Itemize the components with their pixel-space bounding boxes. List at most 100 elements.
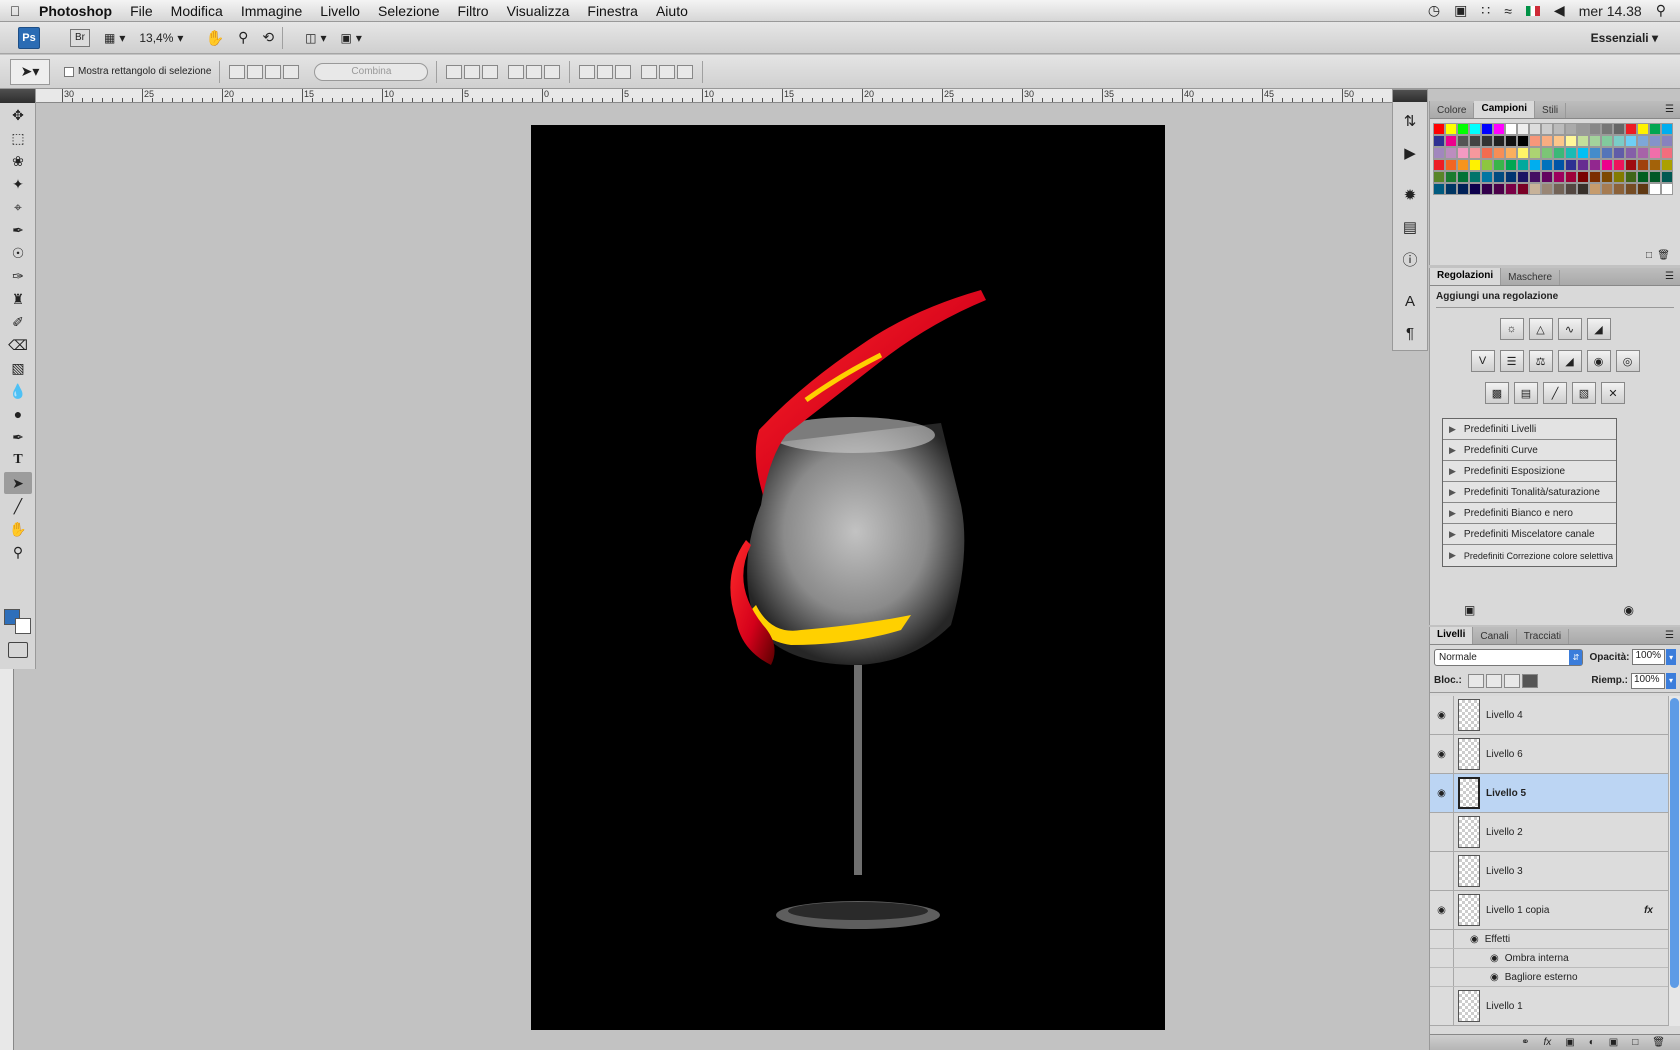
color-swatch[interactable] [1601,171,1613,183]
color-swatch[interactable] [1625,159,1637,171]
dodge-tool-icon[interactable]: ● [4,403,32,425]
opacity-slider-arrow-icon[interactable]: ▾ [1666,649,1676,665]
layer-row[interactable]: Livello 3 [1430,852,1669,891]
color-swatch[interactable] [1553,147,1565,159]
color-swatch[interactable] [1577,159,1589,171]
menu-modifica[interactable]: Modifica [162,3,232,19]
color-swatch[interactable] [1481,135,1493,147]
color-balance-icon[interactable]: ⚖ [1528,350,1553,372]
color-swatch[interactable] [1469,123,1481,135]
color-swatch[interactable] [1589,123,1601,135]
tab-livelli[interactable]: Livelli [1430,627,1474,644]
display-icon[interactable]: ▣ [1454,2,1467,19]
tab-regolazioni[interactable]: Regolazioni [1430,268,1502,285]
color-swatch[interactable] [1469,135,1481,147]
fill-slider-arrow-icon[interactable]: ▾ [1666,672,1676,689]
color-swatch[interactable] [1481,171,1493,183]
info-panel-icon[interactable]: ⓘ [1397,246,1423,272]
color-swatch[interactable] [1469,171,1481,183]
black-white-icon[interactable]: ◢ [1557,350,1582,372]
color-swatch[interactable] [1493,183,1505,195]
color-swatch[interactable] [1517,147,1529,159]
color-swatch[interactable] [1613,135,1625,147]
color-swatch[interactable] [1529,159,1541,171]
gradient-map-icon[interactable]: ▧ [1572,382,1596,404]
color-swatch[interactable] [1649,159,1661,171]
color-swatch[interactable] [1505,183,1517,195]
tab-tracciati[interactable]: Tracciati [1517,629,1570,644]
selective-color-icon[interactable]: ✕ [1601,382,1625,404]
new-layer-icon[interactable]: □ [1632,1037,1638,1048]
color-swatch[interactable] [1601,183,1613,195]
brush-tool-icon[interactable]: ✑ [4,265,32,287]
menu-filtro[interactable]: Filtro [448,3,497,19]
color-swatch[interactable] [1649,135,1661,147]
color-swatch[interactable] [1529,171,1541,183]
clock[interactable]: mer 14.38 [1579,3,1642,19]
effect-row[interactable]: ◉ Bagliore esterno [1430,968,1669,987]
color-swatch[interactable] [1553,135,1565,147]
fill-input[interactable]: 100% [1631,672,1665,689]
healing-brush-tool-icon[interactable]: ☉ [4,242,32,264]
distribute-left-icon[interactable] [641,64,658,79]
volume-icon[interactable]: ◀ [1554,2,1565,19]
tab-colore[interactable]: Colore [1430,103,1475,118]
color-swatch[interactable] [1469,147,1481,159]
lock-pixels-icon[interactable] [1485,673,1502,688]
scrollbar-thumb[interactable] [1670,698,1679,988]
preset-item[interactable]: ▶ Predefiniti Miscelatore canale [1443,524,1616,545]
color-swatch[interactable] [1565,147,1577,159]
color-swatch[interactable] [1553,123,1565,135]
color-swatch[interactable] [1613,159,1625,171]
color-swatch[interactable] [1649,147,1661,159]
color-swatch[interactable] [1505,147,1517,159]
distribute-top-icon[interactable] [579,64,596,79]
color-swatch[interactable] [1541,183,1553,195]
tab-campioni[interactable]: Campioni [1474,101,1536,118]
document-canvas[interactable] [531,125,1165,1030]
threshold-icon[interactable]: ╱ [1543,382,1567,404]
history-brush-tool-icon[interactable]: ✐ [4,311,32,333]
color-swatch[interactable] [1613,171,1625,183]
lock-position-icon[interactable] [1503,673,1520,688]
color-swatch[interactable] [1541,159,1553,171]
dock-header[interactable] [1393,90,1427,102]
effect-row[interactable]: ◉ Ombra interna [1430,949,1669,968]
zoom-tool-button[interactable]: ⚲ [238,29,248,46]
gradient-tool-icon[interactable]: ▧ [4,357,32,379]
delete-layer-icon[interactable]: 🗑 [1652,1037,1665,1048]
delete-swatch-icon[interactable]: 🗑 [1657,250,1670,261]
brightness-contrast-icon[interactable]: ☼ [1499,318,1524,340]
layer-row[interactable]: ◉ Livello 1 copia fx [1430,891,1669,930]
blend-mode-select[interactable]: Normale ⇵ [1434,648,1584,666]
flag-icon[interactable] [1525,5,1540,16]
color-swatch[interactable] [1529,135,1541,147]
color-swatch[interactable] [1505,135,1517,147]
color-swatch[interactable] [1493,159,1505,171]
color-swatch[interactable] [1601,147,1613,159]
panel-menu-icon[interactable]: ☰ [1659,271,1680,285]
color-swatch[interactable] [1625,147,1637,159]
color-swatch[interactable] [1589,171,1601,183]
color-swatch[interactable] [1541,123,1553,135]
add-mask-icon[interactable]: ▣ [1565,1037,1574,1048]
color-swatch[interactable] [1577,171,1589,183]
preset-item[interactable]: ▶ Predefiniti Esposizione [1443,461,1616,482]
color-swatch[interactable] [1589,159,1601,171]
color-swatch[interactable] [1457,135,1469,147]
preset-item[interactable]: ▶ Predefiniti Correzione colore selettiva [1443,545,1616,566]
visibility-eye-empty[interactable] [1430,987,1454,1025]
color-swatch[interactable] [1565,135,1577,147]
color-swatch[interactable] [1637,159,1649,171]
color-swatch[interactable] [1589,147,1601,159]
visibility-eye-icon[interactable]: ◉ [1430,774,1454,812]
new-adjustment-icon[interactable]: ◐ [1589,1037,1595,1048]
menu-file[interactable]: File [121,3,162,19]
color-swatch[interactable] [1517,183,1529,195]
color-swatch[interactable] [1433,147,1445,159]
layer-row[interactable]: Livello 2 [1430,813,1669,852]
color-swatch[interactable] [1457,159,1469,171]
color-swatch[interactable] [1625,123,1637,135]
color-swatch[interactable] [1517,123,1529,135]
color-swatch[interactable] [1577,183,1589,195]
